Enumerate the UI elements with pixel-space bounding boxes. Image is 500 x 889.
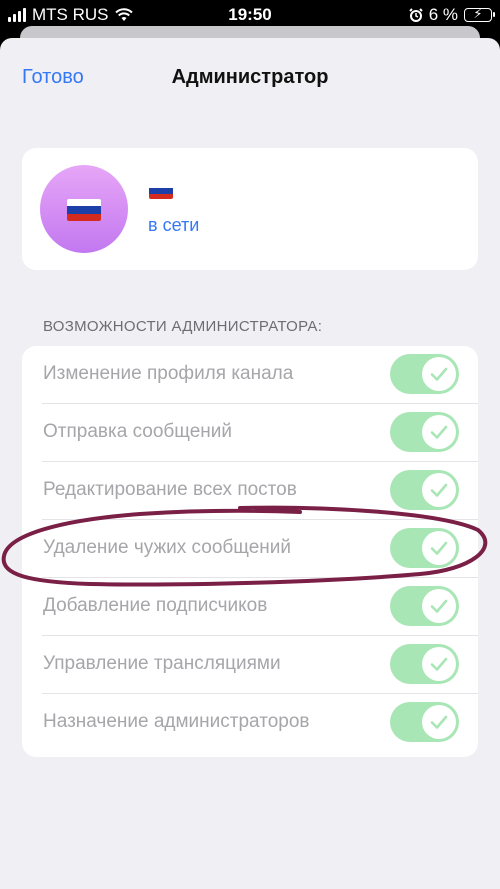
permission-toggle[interactable] <box>390 354 459 394</box>
permission-label: Редактирование всех постов <box>43 479 297 500</box>
avatar <box>40 165 128 253</box>
permission-row: Редактирование всех постов <box>22 462 478 520</box>
permission-label: Добавление подписчиков <box>43 595 268 616</box>
check-icon <box>422 589 456 623</box>
section-header: ВОЗМОЖНОСТИ АДМИНИСТРАТОРА: <box>43 318 323 335</box>
nav-bar: Готово Администратор <box>0 38 500 118</box>
russian-flag-icon <box>149 183 173 199</box>
permission-toggle[interactable] <box>390 470 459 510</box>
check-icon <box>422 647 456 681</box>
permission-label: Удаление чужих сообщений <box>43 537 291 558</box>
check-icon <box>422 357 456 391</box>
permission-row: Добавление подписчиков <box>22 578 478 636</box>
permission-label: Изменение профиля канала <box>43 363 294 384</box>
check-icon <box>422 473 456 507</box>
page-title: Администратор <box>171 66 329 88</box>
check-icon <box>422 705 456 739</box>
battery-percent: 6 % <box>428 5 458 24</box>
permission-label: Назначение администраторов <box>43 711 310 732</box>
check-icon <box>422 531 456 565</box>
status-right: 6 % ⚡ <box>408 5 495 25</box>
admin-sheet: Готово Администратор в сети ВОЗМОЖНОСТИ … <box>0 38 500 889</box>
permission-toggle[interactable] <box>390 412 459 452</box>
permission-row: Управление трансляциями <box>22 636 478 694</box>
permission-toggle[interactable] <box>390 586 459 626</box>
battery-charging-icon: ⚡ <box>464 6 495 22</box>
russian-flag-icon <box>67 199 101 221</box>
alarm-icon <box>408 8 423 22</box>
profile-card[interactable]: в сети <box>22 148 478 270</box>
permission-row: Отправка сообщений <box>22 404 478 462</box>
permission-row: Назначение администраторов <box>22 694 478 752</box>
permission-label: Управление трансляциями <box>43 653 281 674</box>
permission-toggle[interactable] <box>390 528 459 568</box>
online-status: в сети <box>148 215 200 235</box>
permission-toggle[interactable] <box>390 702 459 742</box>
permissions-list: Изменение профиля канала Отправка сообще… <box>22 346 478 757</box>
permission-row: Изменение профиля канала <box>22 346 478 404</box>
permission-toggle[interactable] <box>390 644 459 684</box>
permission-label: Отправка сообщений <box>43 421 233 442</box>
permission-row: Удаление чужих сообщений <box>22 520 478 578</box>
check-icon <box>422 415 456 449</box>
